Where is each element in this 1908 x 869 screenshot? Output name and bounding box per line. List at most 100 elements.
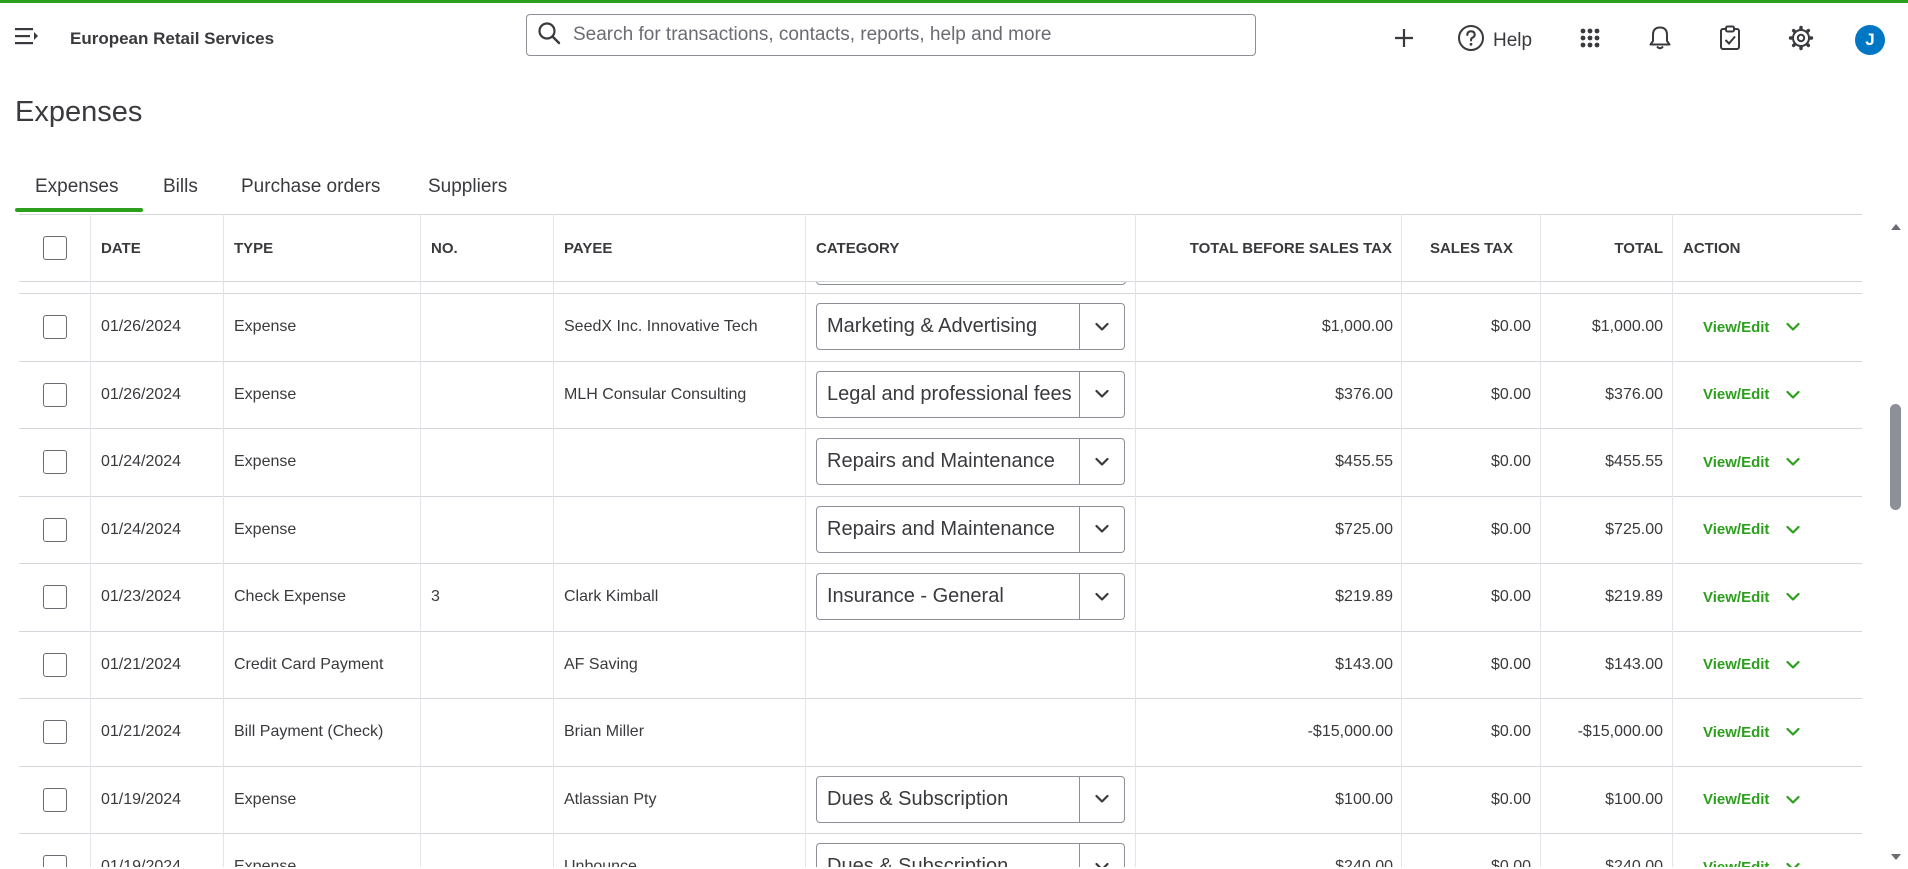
type-cell: Bill Payment (Check)	[234, 723, 384, 740]
view-edit-link[interactable]: View/Edit	[1703, 589, 1769, 606]
sales-tax-cell: $0.00	[1490, 790, 1531, 808]
view-edit-link[interactable]: View/Edit	[1703, 521, 1769, 538]
chevron-down-icon[interactable]	[1079, 776, 1124, 822]
chevron-down-icon[interactable]	[1783, 385, 1803, 405]
chevron-down-icon[interactable]	[1079, 574, 1124, 619]
view-edit-link[interactable]: View/Edit	[1703, 859, 1769, 868]
chevron-down-icon[interactable]	[1783, 655, 1803, 675]
row-select-cell	[19, 497, 90, 563]
category-select[interactable]: Repairs and Maintenance	[816, 505, 1125, 553]
action-cell: View/Edit	[1693, 564, 1783, 630]
type-cell: Expense	[234, 318, 297, 335]
bell-icon[interactable]	[1645, 23, 1675, 53]
active-tab-indicator	[15, 208, 143, 212]
action-cell: View/Edit	[1693, 699, 1783, 765]
tab-purchase-orders[interactable]: Purchase orders	[241, 176, 380, 198]
row-checkbox[interactable]	[42, 787, 67, 812]
chevron-down-icon[interactable]	[1079, 844, 1124, 867]
column-header-total-before-tax[interactable]: TOTAL BEFORE SALES TAX	[1136, 215, 1402, 281]
row-checkbox[interactable]	[42, 855, 67, 867]
category-select[interactable]: Repairs and Maintenance	[816, 438, 1125, 485]
category-select[interactable]: Marketing & Advertising	[816, 303, 1125, 350]
column-header-total[interactable]: TOTAL	[1541, 215, 1673, 281]
plus-icon[interactable]	[1389, 23, 1419, 53]
sales-tax-cell: $0.00	[1490, 453, 1531, 470]
payee-cell: AF Saving	[564, 655, 638, 673]
clipboard-icon[interactable]	[1715, 23, 1745, 53]
chevron-down-icon[interactable]	[1783, 587, 1803, 607]
action-cell: View/Edit	[1693, 834, 1783, 868]
action-cell: View/Edit	[1693, 429, 1783, 495]
chevron-down-icon[interactable]	[1783, 722, 1803, 742]
gear-icon[interactable]	[1786, 23, 1816, 53]
chevron-down-icon[interactable]	[1079, 304, 1124, 349]
chevron-down-icon[interactable]	[1783, 857, 1803, 867]
apps-grid-icon[interactable]	[1575, 23, 1605, 53]
table-row[interactable]: 01/19/2024 Expense Atlassian Pty Dues & Sub…	[19, 767, 1862, 834]
chevron-down-icon[interactable]	[1783, 520, 1803, 540]
user-avatar[interactable]: J	[1855, 25, 1885, 55]
view-edit-link[interactable]: View/Edit	[1703, 386, 1769, 403]
column-header-category[interactable]: CATEGORY	[806, 215, 1136, 281]
row-select-cell	[19, 362, 90, 428]
type-cell: Credit Card Payment	[234, 655, 384, 673]
scrollbar-thumb[interactable]	[1890, 404, 1901, 510]
chevron-down-icon[interactable]	[1079, 371, 1124, 417]
row-select-cell	[19, 294, 90, 360]
view-edit-link[interactable]: View/Edit	[1703, 724, 1769, 741]
column-header-payee[interactable]: PAYEE	[554, 215, 806, 281]
table-row[interactable]: 01/21/2024 Credit Card Payment AF Saving $1…	[19, 632, 1862, 699]
column-header-type[interactable]: TYPE	[224, 215, 421, 281]
table-row[interactable]: 01/23/2024 Check Expense 3 Clark Kimball Ins…	[19, 564, 1862, 632]
sales-tax-cell: $0.00	[1490, 723, 1531, 740]
search-input[interactable]	[571, 23, 1255, 47]
vertical-scrollbar[interactable]	[1884, 218, 1908, 867]
row-checkbox[interactable]	[42, 315, 67, 339]
table-row[interactable]: 01/26/2024 Expense SeedX Inc. Innovative T…	[19, 294, 1862, 362]
column-divider	[553, 214, 554, 867]
view-edit-link[interactable]: View/Edit	[1703, 454, 1769, 471]
category-select[interactable]: Dues & Subscription	[816, 843, 1125, 867]
table-row[interactable]: 01/19/2024 Expense Unbounce Dues & Subscrip…	[19, 834, 1862, 867]
date-cell: 01/24/2024	[101, 453, 182, 470]
table-row[interactable]: 01/24/2024 Expense Repairs and Maintenance…	[19, 497, 1862, 564]
row-checkbox[interactable]	[42, 585, 67, 609]
view-edit-link[interactable]: View/Edit	[1703, 319, 1769, 336]
total-cell: $143.00	[1605, 655, 1663, 673]
column-header-no[interactable]: NO.	[421, 215, 554, 281]
row-checkbox[interactable]	[42, 652, 67, 677]
row-checkbox[interactable]	[42, 517, 67, 542]
chevron-down-icon[interactable]	[1079, 506, 1124, 552]
scroll-up-arrow-icon[interactable]	[1889, 220, 1903, 234]
tab-bills[interactable]: Bills	[163, 176, 198, 198]
category-select[interactable]: Insurance - General	[816, 573, 1125, 620]
row-checkbox[interactable]	[42, 382, 67, 407]
table-header: DATE TYPE NO. PAYEE CATEGORY TOTAL BEFOR…	[19, 214, 1862, 282]
chevron-down-icon[interactable]	[1783, 452, 1803, 472]
payee-cell	[554, 497, 806, 563]
search-box[interactable]	[526, 14, 1256, 56]
table-row[interactable]: 01/26/2024 Expense MLH Consular Consulting…	[19, 362, 1862, 429]
category-select[interactable]: Dues & Subscription	[816, 775, 1125, 823]
row-checkbox[interactable]	[42, 720, 67, 744]
category-select[interactable]: Legal and professional fees	[816, 370, 1125, 418]
action-cell: View/Edit	[1693, 632, 1783, 698]
column-header-sales-tax[interactable]: SALES TAX	[1402, 215, 1541, 281]
column-header-date[interactable]: DATE	[91, 215, 224, 281]
tab-suppliers[interactable]: Suppliers	[428, 176, 507, 198]
chevron-down-icon[interactable]	[1783, 317, 1803, 337]
company-name[interactable]: European Retail Services	[70, 29, 274, 49]
select-all-checkbox[interactable]	[42, 236, 67, 260]
table-row[interactable]: 01/21/2024 Bill Payment (Check) Brian Mill…	[19, 699, 1862, 767]
tab-expenses[interactable]: Expenses	[35, 176, 118, 198]
scroll-down-arrow-icon[interactable]	[1889, 850, 1903, 864]
view-edit-link[interactable]: View/Edit	[1703, 656, 1769, 673]
row-checkbox[interactable]	[42, 450, 67, 474]
table-row[interactable]: 01/24/2024 Expense Repairs and Maintenance…	[19, 429, 1862, 497]
help-button[interactable]: Help	[1457, 24, 1532, 57]
chevron-down-icon[interactable]	[1079, 439, 1124, 484]
chevron-down-icon[interactable]	[1783, 790, 1803, 810]
menu-icon[interactable]	[14, 25, 44, 51]
view-edit-link[interactable]: View/Edit	[1703, 791, 1769, 808]
no-cell	[421, 834, 554, 867]
